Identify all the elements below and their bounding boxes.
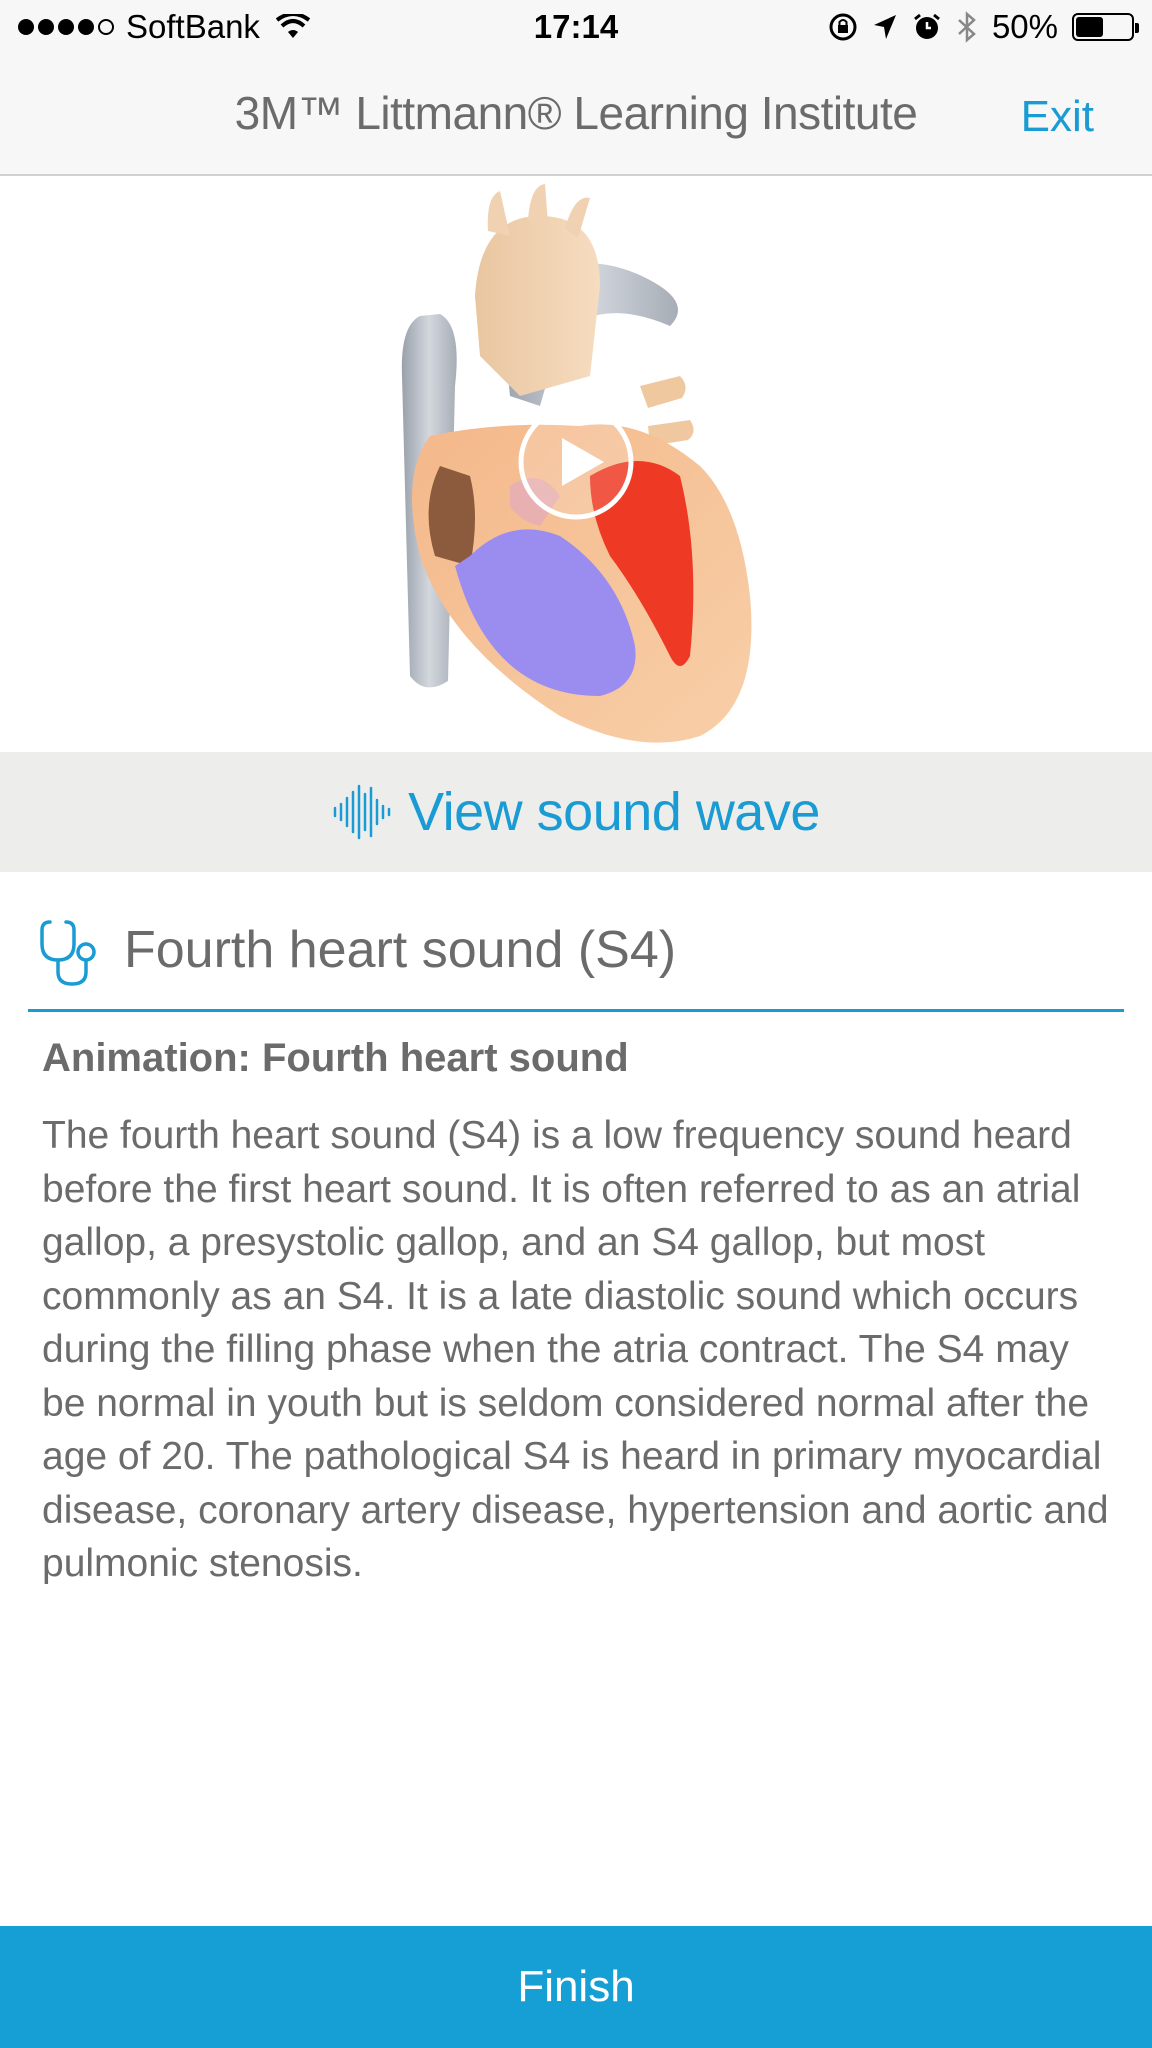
status-right: 50% [828, 8, 1139, 46]
section-title: Fourth heart sound (S4) [124, 921, 677, 979]
page-title: 3M™ Littmann® Learning Institute [234, 87, 918, 139]
description-text: The fourth heart sound (S4) is a low fre… [42, 1114, 1109, 1585]
finish-button[interactable]: Finish [0, 1926, 1152, 2048]
navigation-bar: 3M™ Littmann® Learning Institute Exit [0, 56, 1152, 176]
exit-button[interactable]: Exit [1021, 92, 1094, 142]
view-sound-wave-button[interactable]: View sound wave [0, 752, 1152, 872]
animation-preview[interactable] [0, 176, 1152, 752]
animation-title: Animation: Fourth heart sound [42, 1036, 629, 1080]
location-icon [873, 15, 896, 39]
rotation-lock-icon [829, 13, 857, 41]
battery-percent: 50% [991, 8, 1058, 45]
status-bar: SoftBank 17:14 50% [0, 0, 1152, 56]
section-header: Fourth heart sound (S4) [28, 900, 1124, 1012]
sound-wave-icon [333, 784, 391, 840]
bluetooth-icon [958, 11, 976, 43]
stethoscope-icon [40, 920, 96, 986]
battery-level [1076, 17, 1103, 37]
play-icon[interactable] [516, 402, 636, 522]
view-sound-wave-label: View sound wave [408, 782, 820, 842]
alarm-icon [914, 13, 940, 39]
lesson-content: Animation: Fourth heart sound The fourth… [42, 1036, 1122, 1591]
battery-icon [1072, 13, 1139, 41]
